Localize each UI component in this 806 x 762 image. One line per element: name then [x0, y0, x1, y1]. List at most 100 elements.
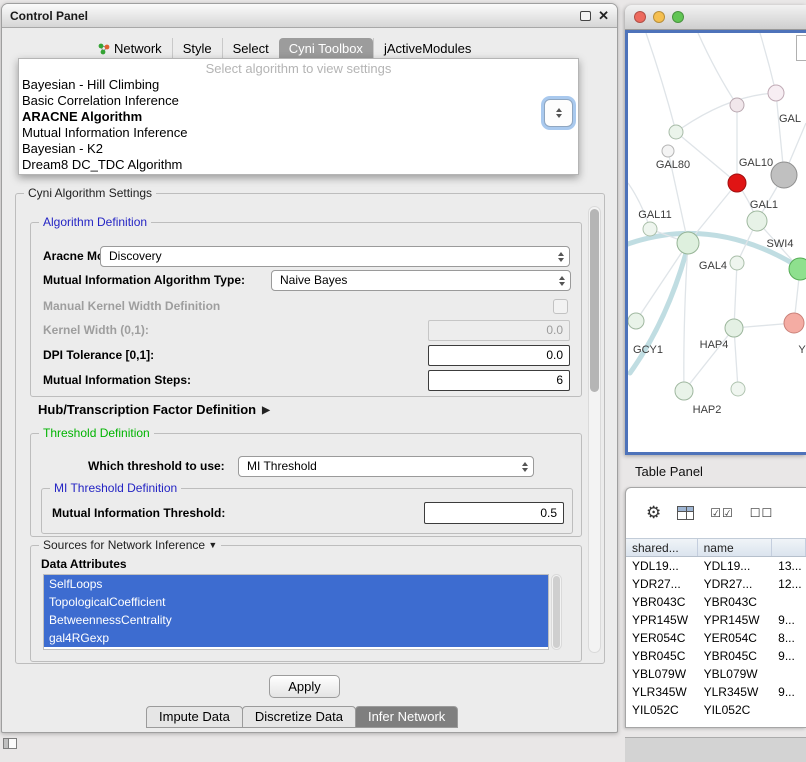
- network-node[interactable]: [747, 211, 767, 231]
- network-node[interactable]: [643, 222, 657, 236]
- table-row[interactable]: YIL052CYIL052C: [626, 701, 806, 719]
- network-edge[interactable]: [628, 183, 650, 229]
- dpi-tolerance-field[interactable]: 0.0: [428, 345, 570, 366]
- network-edge[interactable]: [760, 33, 776, 93]
- network-node[interactable]: [675, 382, 693, 400]
- table-panel-title: Table Panel: [635, 464, 703, 479]
- tab-jactivemodules[interactable]: jActiveModules: [373, 38, 481, 60]
- network-node[interactable]: [730, 256, 744, 270]
- algorithm-option[interactable]: ARACNE Algorithm: [19, 109, 578, 125]
- which-threshold-label: Which threshold to use:: [88, 456, 225, 477]
- hub-transcription-factor-section[interactable]: Hub/Transcription Factor Definition▶: [38, 402, 270, 417]
- tab-network[interactable]: Network: [88, 38, 172, 60]
- network-node[interactable]: [677, 232, 699, 254]
- bottom-tab-infer-network[interactable]: Infer Network: [355, 706, 458, 728]
- columns-icon[interactable]: [677, 506, 694, 520]
- bottom-tab-discretize-data[interactable]: Discretize Data: [242, 706, 356, 728]
- attributes-scrollbar-thumb[interactable]: [553, 576, 560, 648]
- table-row[interactable]: YBR043CYBR043C: [626, 593, 806, 611]
- control-panel-tab-bar: Network Style SelectCyni ToolboxjActiveMod…: [88, 38, 481, 60]
- mi-steps-field[interactable]: 6: [428, 370, 570, 391]
- column-header[interactable]: name: [698, 539, 773, 556]
- network-graph[interactable]: GALGAL80GAL10GAL11GAL1SWI4GAL4GCY1HAP4HA…: [628, 33, 806, 453]
- bottom-tab-impute-data[interactable]: Impute Data: [146, 706, 243, 728]
- network-edge[interactable]: [676, 132, 737, 183]
- algorithm-combo-stepper[interactable]: [544, 99, 573, 127]
- algorithm-option[interactable]: Bayesian - Hill Climbing: [19, 77, 578, 93]
- table-row[interactable]: YLR345WYLR345W9...: [626, 683, 806, 701]
- network-node[interactable]: [784, 313, 804, 333]
- mi-steps-label: Mutual Information Steps:: [43, 370, 191, 391]
- algorithm-option[interactable]: Dream8 DC_TDC Algorithm: [19, 157, 578, 173]
- network-node[interactable]: [725, 319, 743, 337]
- network-node[interactable]: [768, 85, 784, 101]
- network-edge[interactable]: [636, 243, 688, 321]
- network-node[interactable]: [771, 162, 797, 188]
- column-header[interactable]: shared...: [626, 539, 698, 556]
- sources-legend[interactable]: Sources for Network Inference ▼: [39, 538, 221, 552]
- attributes-scrollbar[interactable]: [551, 574, 562, 650]
- select-all-icon[interactable]: ☑☑: [710, 506, 734, 520]
- table-cell: YLR345W: [626, 683, 698, 701]
- tab-select[interactable]: Select: [222, 38, 279, 60]
- which-threshold-select[interactable]: MI Threshold: [238, 456, 534, 477]
- table-row[interactable]: YDR27...YDR27...12...: [626, 575, 806, 593]
- algorithm-option[interactable]: Bayesian - K2: [19, 141, 578, 157]
- attribute-item[interactable]: gal4RGexp: [44, 629, 548, 647]
- mi-threshold-field[interactable]: 0.5: [424, 502, 564, 524]
- close-traffic-light[interactable]: [634, 11, 646, 23]
- deselect-all-icon[interactable]: ☐☐: [750, 506, 774, 520]
- settings-scrollbar-thumb[interactable]: [590, 209, 599, 392]
- manual-kernel-width-checkbox[interactable]: [553, 299, 568, 314]
- attribute-item[interactable]: BetweennessCentrality: [44, 611, 548, 629]
- tab-style[interactable]: Style: [172, 38, 222, 60]
- table-cell: [772, 701, 806, 719]
- table-row[interactable]: YDL19...YDL19...13...: [626, 557, 806, 575]
- network-node[interactable]: [662, 145, 674, 157]
- kernel-width-field[interactable]: 0.0: [428, 320, 570, 341]
- tab-label: Style: [183, 41, 212, 56]
- table-cell: YBR045C: [626, 647, 698, 665]
- close-panel-button[interactable]: ✕: [598, 9, 609, 22]
- algorithm-options: Bayesian - Hill ClimbingBasic Correlatio…: [19, 77, 578, 173]
- settings-scrollbar[interactable]: [588, 206, 601, 653]
- minimize-traffic-light[interactable]: [653, 11, 665, 23]
- algorithm-option[interactable]: Mutual Information Inference: [19, 125, 578, 141]
- network-edge[interactable]: [646, 33, 676, 132]
- zoom-traffic-light[interactable]: [672, 11, 684, 23]
- attribute-item[interactable]: SelfLoops: [44, 575, 548, 593]
- tab-cyni-toolbox[interactable]: Cyni Toolbox: [279, 38, 373, 60]
- network-node[interactable]: [628, 313, 644, 329]
- birdseye-overlay[interactable]: [796, 35, 806, 61]
- gear-icon[interactable]: ⚙: [646, 503, 661, 523]
- column-header[interactable]: [772, 539, 806, 556]
- apply-button[interactable]: Apply: [269, 675, 340, 698]
- table-row[interactable]: YBL079WYBL079W: [626, 665, 806, 683]
- table-cell: YER054C: [626, 629, 698, 647]
- network-node[interactable]: [669, 125, 683, 139]
- data-attributes-list[interactable]: SelfLoopsTopologicalCoefficientBetweenne…: [43, 574, 549, 650]
- table-row[interactable]: YER054CYER054C8...: [626, 629, 806, 647]
- mi-algorithm-type-select[interactable]: Naive Bayes: [271, 270, 571, 291]
- aracne-mode-select[interactable]: Discovery: [100, 246, 570, 267]
- algorithm-option[interactable]: Basic Correlation Inference: [19, 93, 578, 109]
- table-row[interactable]: YPR145WYPR145W9...: [626, 611, 806, 629]
- expand-right-icon[interactable]: ▶: [262, 405, 270, 416]
- float-panel-button[interactable]: [580, 11, 591, 21]
- attribute-item[interactable]: TopologicalCoefficient: [44, 593, 548, 611]
- combo-arrows-icon: [522, 462, 528, 472]
- network-node[interactable]: [731, 382, 745, 396]
- network-edge[interactable]: [684, 328, 734, 391]
- network-node[interactable]: [728, 174, 746, 192]
- network-edge[interactable]: [734, 263, 737, 328]
- minimized-panel-icon[interactable]: [3, 738, 17, 749]
- network-canvas[interactable]: GALGAL80GAL10GAL11GAL1SWI4GAL4GCY1HAP4HA…: [625, 30, 806, 455]
- network-node[interactable]: [730, 98, 744, 112]
- collapse-down-icon[interactable]: ▼: [208, 540, 217, 550]
- table-row[interactable]: YBR045CYBR045C9...: [626, 647, 806, 665]
- table-cell: YDL19...: [626, 557, 698, 575]
- network-node[interactable]: [789, 258, 806, 280]
- network-edge[interactable]: [676, 93, 776, 132]
- node-label: HAP4: [700, 339, 729, 351]
- network-edge[interactable]: [698, 33, 737, 105]
